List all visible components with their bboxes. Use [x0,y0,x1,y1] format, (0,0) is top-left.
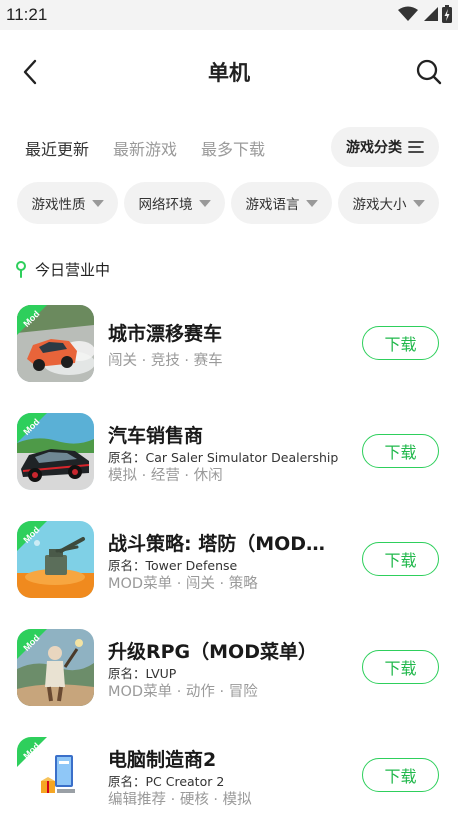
filter-label: 网络环境 [138,197,193,213]
mod-badge: Mod [17,629,47,659]
tab-newest-games[interactable]: 最新游戏 [113,136,177,160]
tab-label: 最近更新 [25,140,90,159]
category-button-label: 游戏分类 [346,140,402,156]
game-title[interactable]: 汽车销售商 [108,421,203,448]
filter-label: 游戏大小 [352,197,407,213]
game-title[interactable]: 电脑制造商2 [108,745,216,772]
status-icons [398,5,452,23]
top-app-bar: 单机 [0,44,458,100]
mod-badge: Mod [17,413,47,443]
tab-most-downloaded[interactable]: 最多下载 [201,136,265,160]
sort-tabs: 最近更新 最新游戏 最多下载 游戏分类 [0,126,458,168]
section-title: 今日营业中 [35,260,111,279]
game-icon-lvup-rpg[interactable]: Mod [17,629,94,706]
caret-down-icon [198,199,211,207]
tab-label: 最多下载 [201,140,266,159]
mod-badge: Mod [17,305,47,335]
filter-network[interactable]: 网络环境 [124,182,225,224]
game-list-item[interactable]: Mod 汽车销售商 原名：Car Saler Simulator Dealers… [0,413,458,491]
caret-down-icon [412,199,425,207]
search-icon [416,59,442,85]
game-list-item[interactable]: Mod 升级RPG（MOD菜单） 原名：LVUP MOD菜单 · 动作 · 冒险… [0,629,458,707]
download-button[interactable]: 下载 [362,758,439,792]
game-tags: MOD菜单 · 动作 · 冒险 [108,684,258,700]
download-button[interactable]: 下载 [362,434,439,468]
download-button[interactable]: 下载 [362,542,439,576]
filter-size[interactable]: 游戏大小 [338,182,439,224]
game-icon-tower-defense[interactable]: Mod [17,521,94,598]
section-header: 今日营业中 [16,258,110,280]
tab-label: 最新游戏 [113,140,178,159]
game-tags: 编辑推荐 · 硬核 · 模拟 [108,792,252,808]
game-icon-pc-creator[interactable]: Mod [17,737,94,814]
game-icon-car-dealer[interactable]: Mod [17,413,94,490]
filter-label: 游戏性质 [31,197,86,213]
tab-recently-updated[interactable]: 最近更新 [25,136,90,160]
download-button[interactable]: 下载 [362,650,439,684]
battery-icon [442,5,452,23]
status-bar: 11:21 [0,0,458,30]
page-title: 单机 [208,61,250,85]
game-tags: MOD菜单 · 闯关 · 策略 [108,576,258,592]
game-category-button[interactable]: 游戏分类 [331,127,439,167]
mod-badge: Mod [17,737,47,767]
game-tags: 模拟 · 经营 · 休闲 [108,468,223,484]
game-icon-drift-car[interactable]: Mod [17,305,94,382]
filter-game-type[interactable]: 游戏性质 [17,182,118,224]
game-title[interactable]: 城市漂移赛车 [108,319,222,346]
filter-language[interactable]: 游戏语言 [231,182,332,224]
game-title[interactable]: 战斗策略: 塔防（MOD菜… [108,529,334,556]
filter-lines-icon [408,141,424,153]
wifi-icon [398,6,418,21]
filter-bar: 游戏性质 网络环境 游戏语言 游戏大小 [0,182,458,224]
game-list-item[interactable]: Mod 城市漂移赛车 闯关 · 竞技 · 赛车 下载 [0,305,458,383]
location-pin-icon [16,261,26,278]
game-list-item[interactable]: Mod 战斗策略: 塔防（MOD菜… 原名：Tower Defense MOD菜… [0,521,458,599]
caret-down-icon [305,199,318,207]
signal-icon [424,7,438,21]
status-time: 11:21 [6,5,48,24]
search-button[interactable] [414,56,444,88]
filter-label: 游戏语言 [245,197,300,213]
game-list-item[interactable]: Mod 电脑制造商2 原名：PC Creator 2 编辑推荐 · 硬核 · 模… [0,737,458,815]
caret-down-icon [91,199,104,207]
game-tags: 闯关 · 竞技 · 赛车 [108,353,223,369]
mod-badge: Mod [17,521,47,551]
download-button[interactable]: 下载 [362,326,439,360]
game-title[interactable]: 升级RPG（MOD菜单） [108,637,317,664]
